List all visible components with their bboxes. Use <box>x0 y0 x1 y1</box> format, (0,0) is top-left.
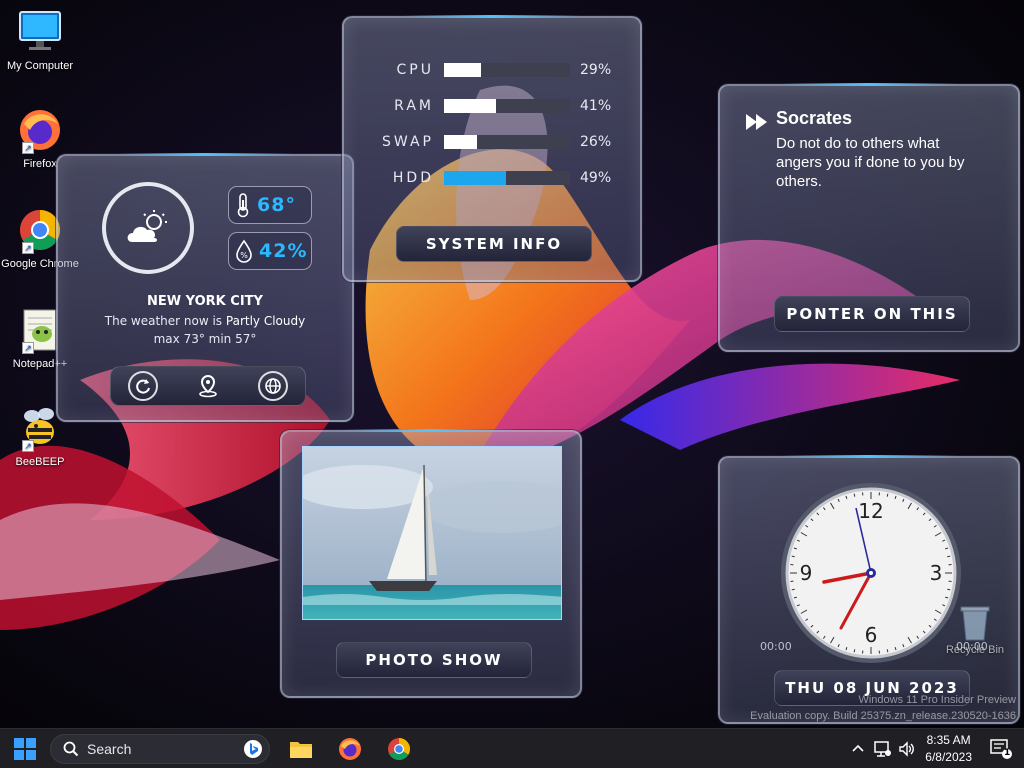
temperature-display: 68° <box>228 186 312 224</box>
start-button[interactable] <box>12 736 38 762</box>
desktop-icon-label: Firefox <box>23 158 57 170</box>
shortcut-arrow-icon: ↗ <box>22 440 34 452</box>
clock-tick <box>886 493 889 497</box>
clock-tick <box>791 588 795 591</box>
search-icon <box>63 741 79 757</box>
meter-label: CPU <box>396 62 434 78</box>
tray-clock[interactable]: 8:35 AM 6/8/2023 <box>925 732 972 766</box>
quote-widget: Socrates Do not do to others what angers… <box>718 83 1020 352</box>
meter-bar <box>444 63 570 77</box>
globe-icon[interactable] <box>257 371 288 401</box>
ponder-button[interactable]: PONTER ON THIS <box>774 296 970 332</box>
shortcut-arrow-icon: ↗ <box>22 242 34 254</box>
weather-min-max: max 73° min 57° <box>153 332 257 346</box>
clock-tick <box>791 555 795 558</box>
meter-fill <box>444 63 481 77</box>
bing-icon[interactable] <box>243 739 263 759</box>
sailboat-photo[interactable] <box>302 446 562 620</box>
desktop-icon-label: Recycle Bin <box>945 644 1005 656</box>
refresh-icon[interactable] <box>128 371 159 401</box>
thermometer-icon <box>237 193 249 218</box>
cpu-meter: CPU 29% <box>374 60 614 80</box>
monitor-icon <box>16 8 64 56</box>
clock-tick <box>947 588 951 591</box>
chevron-up-icon[interactable] <box>852 743 864 753</box>
svg-text:%: % <box>240 251 248 260</box>
clock-number-9: 9 <box>800 561 813 585</box>
swap-meter: SWAP 26% <box>374 132 614 152</box>
partly-cloudy-day-icon <box>102 182 194 274</box>
humidity-drop-icon: % <box>236 239 252 263</box>
photo-show-widget: PHOTO SHOW <box>280 429 582 698</box>
notification-button[interactable]: 1 <box>990 739 1012 759</box>
meter-percent: 49% <box>580 170 612 186</box>
system-info-button[interactable]: SYSTEM INFO <box>396 226 592 262</box>
location-pin-icon[interactable] <box>193 371 223 401</box>
meter-bar <box>444 171 570 185</box>
meter-fill <box>444 135 477 149</box>
clock-tick <box>947 555 951 558</box>
meter-fill <box>444 171 506 185</box>
shortcut-arrow-icon: ↗ <box>22 342 34 354</box>
weather-city: NEW YORK CITY <box>147 294 263 309</box>
clock-number-12: 12 <box>858 499 883 523</box>
clock-tick <box>853 493 856 497</box>
hdd-meter: HDD 49% <box>374 168 614 188</box>
tray-date: 6/8/2023 <box>925 750 972 764</box>
weather-condition-prefix: The weather now is <box>104 314 223 328</box>
meter-percent: 26% <box>580 134 612 150</box>
quote-author: Socrates <box>776 108 853 128</box>
photo-show-button[interactable]: PHOTO SHOW <box>336 642 532 678</box>
file-explorer-icon[interactable] <box>288 736 314 762</box>
windows-watermark-line2: Evaluation copy. Build 25375.zn_release.… <box>750 710 1016 722</box>
weather-widget: 68° % 42% NEW YORK CITY The weather now … <box>56 153 354 422</box>
volume-icon[interactable] <box>898 740 916 758</box>
meter-label: RAM <box>394 98 434 114</box>
desktop-icon-label: My Computer <box>6 60 74 72</box>
system-info-widget: CPU 29% RAM 41% SWAP 26% HDD 49% SYSTEM … <box>342 15 642 282</box>
ram-meter: RAM 41% <box>374 96 614 116</box>
taskbar-firefox-icon[interactable] <box>337 736 363 762</box>
meter-percent: 41% <box>580 98 612 114</box>
taskbar-chrome-icon[interactable] <box>386 736 412 762</box>
clock-tick <box>853 649 856 653</box>
windows-logo-icon <box>14 738 36 760</box>
humidity-display: % 42% <box>228 232 312 270</box>
meter-bar <box>444 99 570 113</box>
clock-widget: 12 3 6 9 00:00 00:00 THU 08 JUN 2023 <box>718 455 1020 724</box>
notification-count: 1 <box>1004 748 1011 758</box>
taskbar: Search 8:35 AM 6/8/2023 1 <box>0 728 1024 768</box>
meter-label: SWAP <box>382 134 434 150</box>
firefox-icon: ↗ <box>16 106 64 154</box>
windows-watermark-line1: Windows 11 Pro Insider Preview <box>858 694 1016 706</box>
clock-tick <box>886 649 889 653</box>
clock-number-6: 6 <box>865 623 878 647</box>
network-icon[interactable] <box>874 740 892 758</box>
tray-time: 8:35 AM <box>926 733 971 747</box>
humidity-value: 42% <box>259 240 308 262</box>
weather-condition-line: The weather now is Partly Cloudy <box>58 314 352 328</box>
temperature-value: 68° <box>257 194 296 216</box>
desktop-icon-label: BeeBEEP <box>15 456 65 468</box>
quote-text: Do not do to others what angers you if d… <box>776 135 965 190</box>
clock-left-time: 00:00 <box>760 640 792 653</box>
taskbar-search[interactable]: Search <box>50 734 270 764</box>
meter-percent: 29% <box>580 62 612 78</box>
fast-forward-icon <box>746 114 767 130</box>
meter-bar <box>444 135 570 149</box>
weather-action-bar <box>110 366 306 406</box>
clock-number-3: 3 <box>930 561 943 585</box>
weather-condition: Partly Cloudy <box>225 314 306 328</box>
search-placeholder: Search <box>87 741 132 757</box>
meter-fill <box>444 99 496 113</box>
shortcut-arrow-icon: ↗ <box>22 142 34 154</box>
desktop-icon-my-computer[interactable]: My Computer <box>0 8 80 72</box>
desktop-icon-recycle-bin[interactable]: Recycle Bin <box>935 602 1015 656</box>
meter-label: HDD <box>392 170 434 186</box>
recycle-bin-icon <box>955 602 995 642</box>
